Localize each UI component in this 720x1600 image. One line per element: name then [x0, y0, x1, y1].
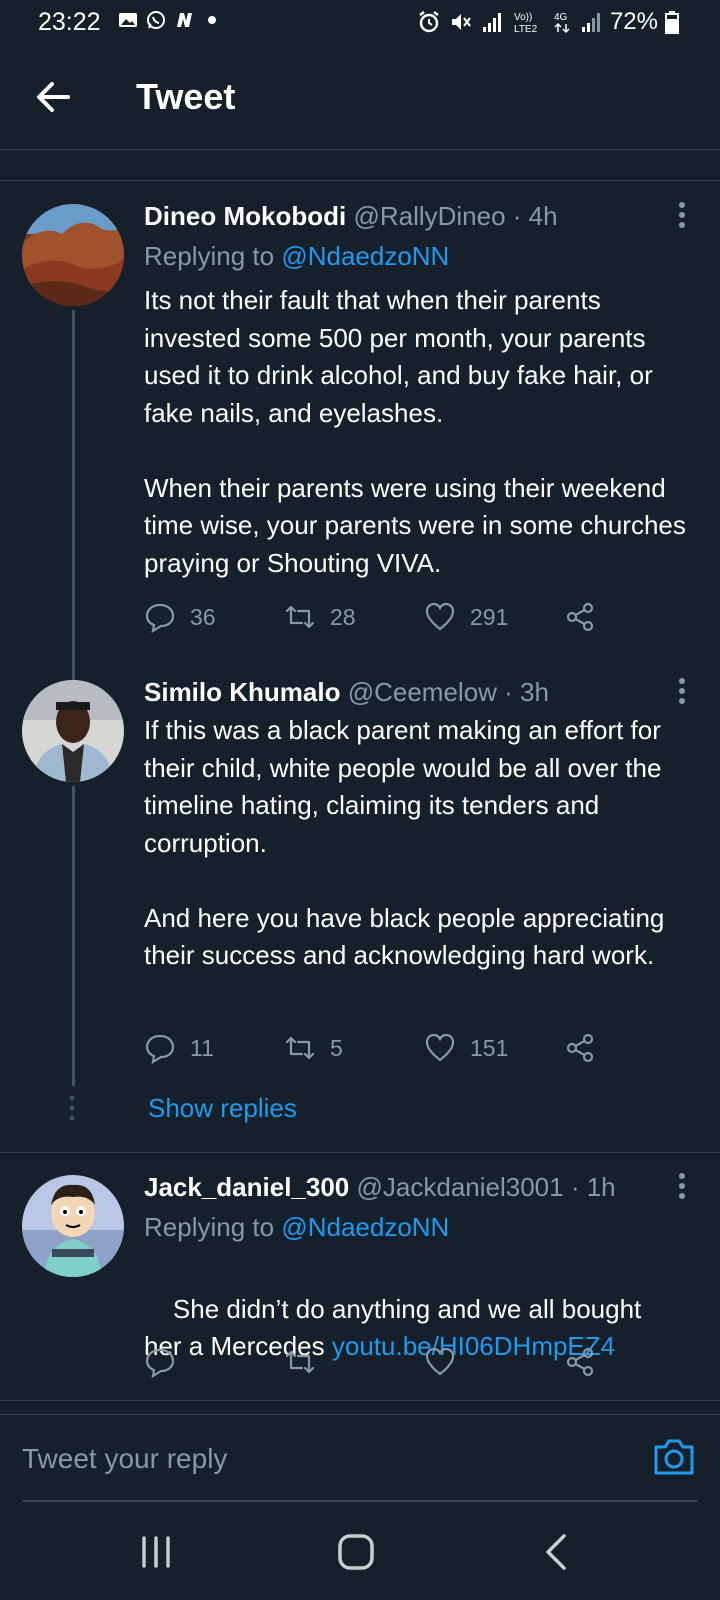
more-options-icon[interactable] — [672, 200, 692, 230]
svg-text:Vo)): Vo)) — [514, 12, 532, 23]
battery-icon — [665, 11, 679, 34]
recent-apps-icon[interactable] — [134, 1532, 178, 1572]
svg-text:4G: 4G — [554, 12, 568, 23]
reply-icon — [145, 1348, 175, 1378]
tweet-actions: 36 28 291 — [144, 601, 614, 641]
retweet-icon — [285, 605, 315, 629]
replying-to-label: Replying to — [144, 241, 282, 271]
divider — [0, 1400, 720, 1401]
camera-icon[interactable] — [652, 1437, 696, 1477]
reply-count: 36 — [190, 603, 216, 630]
tweet-time: · 3h — [496, 677, 549, 707]
like-action[interactable]: 151 — [424, 1032, 508, 1064]
status-left-icons — [118, 10, 222, 30]
status-bar: 23:22 Vo)) LTE2 4G 72% — [0, 0, 720, 46]
retweet-count: 28 — [330, 603, 356, 630]
whatsapp-icon — [147, 11, 165, 29]
author-handle[interactable]: @RallyDineo — [353, 201, 505, 231]
avatar[interactable] — [22, 680, 124, 782]
reply-action[interactable] — [144, 1346, 176, 1378]
signal-icon — [482, 13, 501, 32]
reply-input-underline — [22, 1500, 698, 1502]
gallery-icon — [119, 13, 137, 27]
heart-icon — [425, 1033, 455, 1062]
status-time: 23:22 — [38, 8, 101, 36]
tweet-actions: 11 5 151 — [144, 1032, 614, 1072]
header: Tweet — [0, 46, 720, 150]
replying-to-handle[interactable]: @NdaedzoNN — [281, 1212, 449, 1242]
home-icon[interactable] — [334, 1532, 378, 1572]
tweet-actions — [144, 1346, 614, 1386]
thread-dots-icon — [69, 1095, 75, 1121]
svg-text:LTE2: LTE2 — [514, 24, 538, 35]
like-count: 291 — [470, 603, 509, 630]
mute-icon — [451, 14, 471, 30]
author-name[interactable]: Jack_daniel_300 — [144, 1172, 349, 1202]
thread-line — [72, 786, 75, 1086]
retweet-count: 5 — [330, 1034, 343, 1061]
tweet-time: · 1h — [563, 1172, 616, 1202]
volte-icon: Vo))LTE2 — [514, 12, 538, 35]
heart-icon — [425, 1347, 455, 1376]
retweet-action[interactable]: 5 — [284, 1032, 343, 1064]
retweet-action[interactable] — [284, 1346, 316, 1378]
retweet-icon — [285, 1036, 315, 1060]
divider — [0, 1152, 720, 1153]
retweet-action[interactable]: 28 — [284, 601, 356, 633]
tweet-time: · 4h — [505, 201, 558, 231]
4g-icon: 4G — [554, 12, 570, 34]
n-app-icon — [177, 13, 192, 27]
heart-icon — [425, 602, 455, 631]
reply-count: 11 — [190, 1034, 214, 1061]
avatar[interactable] — [22, 1175, 124, 1277]
retweet-icon — [285, 1350, 315, 1374]
share-icon — [566, 602, 594, 632]
divider — [0, 180, 720, 181]
alarm-icon — [419, 11, 439, 33]
more-options-icon[interactable] — [672, 676, 692, 706]
reply-action[interactable]: 36 — [144, 601, 216, 633]
tweet-author-row: Dineo Mokobodi @RallyDineo · 4h — [144, 201, 558, 232]
tweet-text: Its not their fault that when their pare… — [144, 285, 686, 578]
avatar[interactable] — [22, 204, 124, 306]
share-action[interactable] — [564, 1346, 596, 1378]
back-nav-icon[interactable] — [536, 1532, 580, 1572]
reply-icon — [145, 1034, 175, 1064]
reply-bar: Tweet your reply — [0, 1414, 720, 1502]
share-icon — [566, 1033, 594, 1063]
share-action[interactable] — [564, 1032, 596, 1064]
show-replies-link[interactable]: Show replies — [148, 1093, 297, 1124]
tweet-text-line-1: She didn’t do anything and we all bought — [172, 1293, 642, 1324]
status-right: Vo)) LTE2 4G 72% — [416, 8, 680, 36]
tweet-author-row: Similo Khumalo @Ceemelow · 3h — [144, 677, 549, 708]
author-name[interactable]: Dineo Mokobodi — [144, 201, 346, 231]
page-title: Tweet — [136, 76, 236, 117]
like-count: 151 — [470, 1034, 509, 1061]
replying-to: Replying to @NdaedzoNN — [144, 1212, 449, 1243]
back-arrow-icon[interactable] — [30, 74, 76, 120]
thread-line — [72, 650, 75, 680]
author-name[interactable]: Similo Khumalo — [144, 677, 340, 707]
signal-icon-2 — [581, 13, 600, 32]
dot-icon — [208, 16, 216, 24]
reply-action[interactable]: 11 — [144, 1032, 214, 1064]
replying-to: Replying to @NdaedzoNN — [144, 241, 449, 272]
replying-to-label: Replying to — [144, 1212, 282, 1242]
replying-to-handle[interactable]: @NdaedzoNN — [281, 241, 449, 271]
battery-percent: 72% — [609, 8, 658, 35]
tweet-text: If this was a black parent making an eff… — [144, 715, 665, 970]
like-action[interactable] — [424, 1346, 456, 1378]
more-options-icon[interactable] — [672, 1171, 692, 1201]
thread-line — [72, 310, 75, 682]
like-action[interactable]: 291 — [424, 601, 508, 633]
tweet-author-row: Jack_daniel_300 @Jackdaniel3001 · 1h — [144, 1172, 616, 1203]
share-icon — [566, 1347, 594, 1377]
author-handle[interactable]: @Jackdaniel3001 — [357, 1172, 564, 1202]
author-handle[interactable]: @Ceemelow — [348, 677, 497, 707]
reply-icon — [145, 603, 175, 633]
reply-input[interactable]: Tweet your reply — [22, 1443, 227, 1475]
share-action[interactable] — [564, 601, 596, 633]
system-nav-bar — [0, 1504, 720, 1600]
